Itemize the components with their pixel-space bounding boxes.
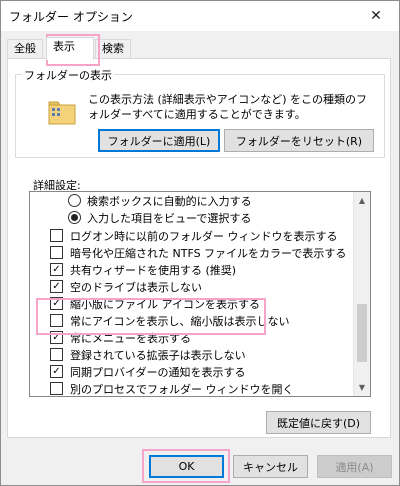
radio-button[interactable] (68, 194, 81, 207)
checkbox[interactable]: ✓ (50, 331, 63, 344)
folder-icon (48, 101, 76, 125)
scroll-down-arrow-icon[interactable]: ▼ (354, 379, 370, 396)
list-item[interactable]: ✓ 同期プロバイダーの通知を表示する (30, 363, 354, 380)
list-item[interactable]: 別のプロセスでフォルダー ウィンドウを開く (30, 380, 354, 396)
checkbox[interactable]: ✓ (50, 297, 63, 310)
list-item[interactable]: ✓ 共有ウィザードを使用する (推奨) (30, 261, 354, 278)
list-item[interactable]: 常にアイコンを表示し、縮小版は表示しない (30, 312, 354, 329)
checkbox[interactable] (50, 314, 63, 327)
list-item[interactable]: ✓ 縮小版にファイル アイコンを表示する (30, 295, 354, 312)
list-item[interactable]: 検索ボックスに自動的に入力する (30, 192, 354, 209)
apply-to-folders-button[interactable]: フォルダーに適用(L) (98, 129, 220, 152)
list-scrollbar[interactable]: ▲ ▼ (353, 192, 370, 396)
advanced-settings-list[interactable]: 検索ボックスに自動的に入力する 入力した項目をビューで選択する ログオン時に以前… (29, 191, 371, 397)
list-item[interactable]: ✓ 空のドライブは表示しない (30, 278, 354, 295)
tab-search[interactable]: 検索 (95, 39, 131, 59)
checkbox[interactable] (50, 348, 63, 361)
list-item[interactable]: ✓ 常にメニューを表示する (30, 329, 354, 346)
apply-button: 適用(A) (317, 455, 392, 478)
list-item[interactable]: 暗号化や圧縮された NTFS ファイルをカラーで表示する (30, 244, 354, 261)
checkbox[interactable]: ✓ (50, 365, 63, 378)
list-item[interactable]: 入力した項目をビューで選択する (30, 209, 354, 226)
restore-defaults-button[interactable]: 既定値に戻す(D) (266, 411, 371, 434)
cancel-button[interactable]: キャンセル (233, 455, 308, 478)
folder-view-group: フォルダーの表示 この表示方法 (詳細表示やアイコンなど) をこの種類のフォルダ… (15, 67, 385, 158)
tab-strip: 全般 表示 検索 (7, 37, 387, 60)
folder-view-description: この表示方法 (詳細表示やアイコンなど) をこの種類のフォルダーすべてに適用する… (88, 93, 368, 121)
checkbox[interactable] (50, 382, 63, 395)
scroll-up-arrow-icon[interactable]: ▲ (354, 192, 370, 209)
folder-options-dialog: フォルダー オプション ✕ 全般 表示 検索 フォルダーの表示 この表示方法 (… (0, 0, 400, 486)
scroll-thumb[interactable] (357, 304, 367, 362)
tab-general[interactable]: 全般 (7, 39, 43, 59)
folder-view-legend: フォルダーの表示 (22, 67, 114, 83)
checkbox[interactable]: ✓ (50, 263, 63, 276)
list-item[interactable]: 登録されている拡張子は表示しない (30, 346, 354, 363)
tab-view[interactable]: 表示 (46, 37, 94, 60)
checkbox[interactable] (50, 229, 63, 242)
title-bar: フォルダー オプション ✕ (1, 1, 399, 31)
close-button[interactable]: ✕ (353, 1, 399, 31)
list-item[interactable]: ログオン時に以前のフォルダー ウィンドウを表示する (30, 227, 354, 244)
reset-folders-button[interactable]: フォルダーをリセット(R) (224, 129, 374, 152)
ok-button[interactable]: OK (149, 455, 224, 478)
checkbox[interactable] (50, 246, 63, 259)
close-icon: ✕ (370, 8, 382, 24)
checkbox[interactable]: ✓ (50, 280, 63, 293)
radio-button[interactable] (68, 211, 81, 224)
window-title: フォルダー オプション (9, 10, 133, 24)
